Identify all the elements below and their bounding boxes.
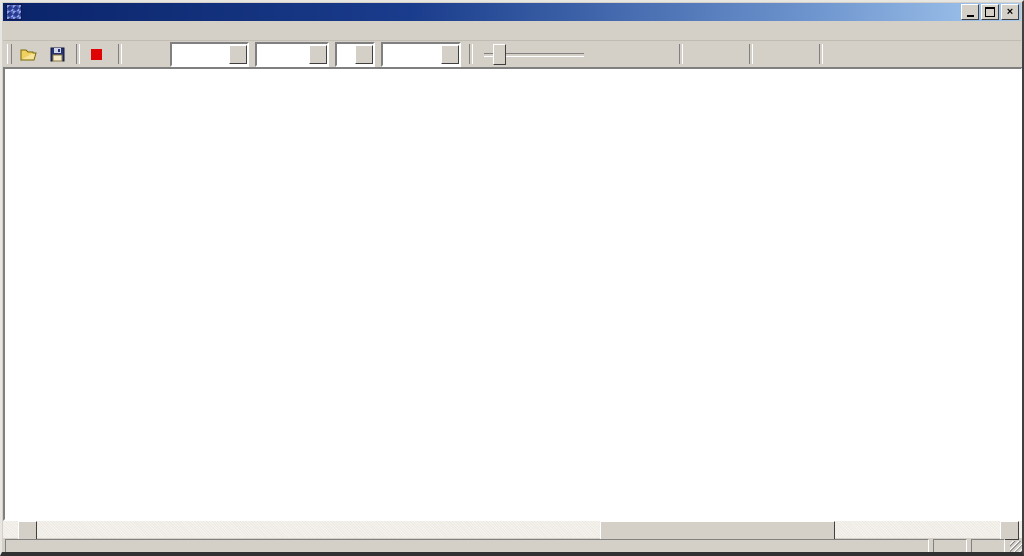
resize-grip[interactable] [1010, 541, 1023, 554]
clock-combo-button[interactable] [229, 45, 247, 64]
goto-cursor-b-right-button[interactable] [786, 43, 814, 65]
status-online-badge [933, 539, 967, 554]
zoom-in-button[interactable] [618, 43, 646, 65]
goto-cursor-a-right-button[interactable] [758, 43, 786, 65]
run-button[interactable] [127, 43, 159, 65]
waveform-client-area [3, 67, 1023, 521]
probe-combo-button[interactable] [441, 45, 459, 64]
scrollbar-left-button[interactable] [18, 521, 37, 540]
app-icon[interactable] [6, 4, 22, 20]
trigger-position-combo-button[interactable] [309, 45, 327, 64]
menu-bar [3, 22, 1021, 41]
ab-cursors-button[interactable] [646, 43, 674, 65]
clock-combo[interactable] [170, 42, 249, 67]
menu-settings[interactable] [39, 29, 57, 33]
trigger-edge-combo-button[interactable] [355, 45, 373, 64]
trigger-position-combo[interactable] [255, 42, 329, 67]
toolbar-separator [76, 44, 80, 64]
toolbar-separator [469, 44, 473, 64]
open-folder-icon [20, 47, 38, 62]
close-button[interactable]: × [1001, 4, 1019, 20]
goto-cursor-a-left-button[interactable] [688, 43, 716, 65]
zoom-slider[interactable] [484, 43, 584, 65]
maximize-button[interactable] [981, 4, 999, 20]
probe-combo[interactable] [381, 42, 461, 67]
caption-buttons: × [961, 4, 1019, 20]
open-button[interactable] [15, 43, 43, 65]
status-memory-badge [971, 539, 1005, 554]
toolbar-separator [118, 44, 122, 64]
goto-trigger-button[interactable] [828, 43, 856, 65]
close-icon: × [1007, 7, 1013, 18]
status-bar [3, 539, 1023, 554]
toolbar-grip [7, 44, 12, 64]
horizontal-scrollbar[interactable] [3, 521, 1023, 538]
zoom-slider-thumb[interactable] [493, 44, 506, 65]
toolbar-separator [819, 44, 823, 64]
scrollbar-right-button[interactable] [1000, 521, 1019, 540]
toolbar-separator [679, 44, 683, 64]
menu-view[interactable] [21, 29, 39, 33]
toolbar [3, 41, 1021, 67]
minimize-button[interactable] [961, 4, 979, 20]
menu-file[interactable] [3, 29, 21, 33]
menu-help[interactable] [57, 29, 75, 33]
scrollbar-thumb[interactable] [600, 521, 835, 540]
stop-button[interactable] [85, 43, 113, 65]
zoom-out-button[interactable] [590, 43, 618, 65]
trigger-edge-combo[interactable] [335, 42, 375, 67]
stop-square-icon [91, 49, 102, 60]
toolbar-separator [749, 44, 753, 64]
save-button[interactable] [43, 43, 71, 65]
save-floppy-icon [50, 47, 65, 62]
goto-cursor-b-left-button[interactable] [716, 43, 744, 65]
app-window: × [0, 0, 1024, 556]
title-bar: × [3, 3, 1021, 21]
maximize-icon [985, 7, 995, 17]
status-message [5, 539, 929, 554]
minimize-icon [967, 15, 974, 17]
